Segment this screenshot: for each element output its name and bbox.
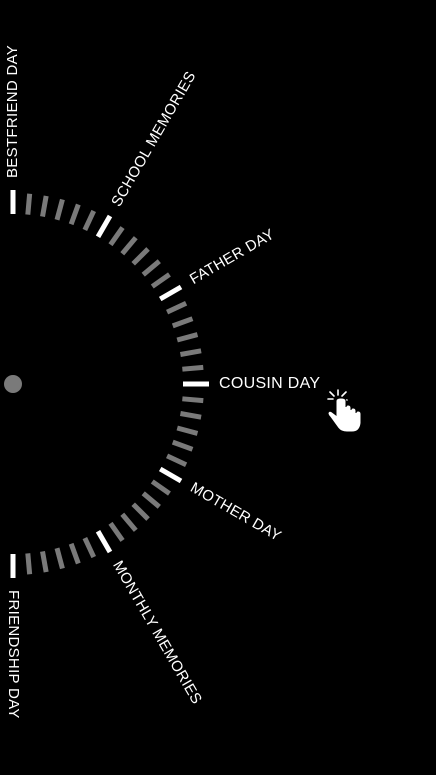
dial-minor-tick bbox=[40, 550, 49, 573]
dial-minor-tick bbox=[166, 453, 188, 467]
dial-minor-tick bbox=[141, 259, 161, 277]
dial-minor-tick bbox=[108, 521, 125, 542]
menu-item-cousin-day[interactable]: COUSIN DAY bbox=[219, 375, 320, 392]
dial-minor-tick bbox=[179, 348, 202, 357]
menu-item-school-memories[interactable]: SCHOOL MEMORIES bbox=[108, 68, 199, 209]
dial-minor-tick bbox=[176, 332, 199, 343]
radial-menu-screen: BESTFRIEND DAY SCHOOL MEMORIES FATHER DAY C… bbox=[0, 0, 436, 775]
dial-minor-tick bbox=[166, 301, 188, 315]
dial-minor-tick bbox=[182, 396, 204, 404]
menu-item-mother-day[interactable]: MOTHER DAY bbox=[187, 479, 284, 545]
dial-major-tick bbox=[95, 529, 113, 554]
dial-minor-tick bbox=[171, 439, 194, 452]
dial-major-tick bbox=[158, 284, 183, 302]
dial-minor-tick bbox=[68, 542, 81, 565]
menu-item-friendship-day[interactable]: FRIENDSHIP DAY bbox=[5, 590, 22, 719]
dial-minor-tick bbox=[54, 198, 65, 221]
dial-minor-tick bbox=[141, 491, 161, 509]
dial-minor-tick bbox=[120, 512, 138, 532]
dial-minor-tick bbox=[120, 236, 138, 256]
dial-minor-tick bbox=[150, 272, 171, 289]
dial-major-tick bbox=[158, 466, 183, 484]
dial-minor-tick bbox=[82, 209, 96, 231]
menu-item-bestfriend-day[interactable]: BESTFRIEND DAY bbox=[4, 45, 21, 178]
dial-center-dot bbox=[4, 375, 22, 393]
dial-minor-tick bbox=[131, 247, 150, 266]
dial-major-tick bbox=[95, 214, 113, 239]
dial-minor-tick bbox=[182, 364, 204, 372]
dial-minor-tick bbox=[40, 195, 49, 218]
dial-minor-tick bbox=[68, 203, 81, 226]
menu-item-father-day[interactable]: FATHER DAY bbox=[187, 226, 278, 288]
dial-minor-tick bbox=[25, 553, 33, 575]
dial-minor-tick bbox=[108, 226, 125, 247]
dial-minor-tick bbox=[82, 537, 96, 559]
dial-minor-tick bbox=[179, 411, 202, 420]
dial-labels: BESTFRIEND DAY SCHOOL MEMORIES FATHER DAY C… bbox=[4, 45, 320, 719]
dial-minor-tick bbox=[176, 425, 199, 436]
dial-ticks bbox=[10, 190, 209, 578]
dial-minor-tick bbox=[54, 547, 65, 570]
radial-dial: BESTFRIEND DAY SCHOOL MEMORIES FATHER DAY C… bbox=[4, 45, 362, 719]
dial-minor-tick bbox=[25, 193, 33, 215]
menu-item-monthly-memories[interactable]: MONTHLY MEMORIES bbox=[109, 558, 205, 707]
dial-minor-tick bbox=[150, 479, 171, 496]
dial-minor-tick bbox=[171, 316, 194, 329]
dial-minor-tick bbox=[131, 502, 150, 521]
pointer-hand-click-icon bbox=[327, 389, 362, 433]
